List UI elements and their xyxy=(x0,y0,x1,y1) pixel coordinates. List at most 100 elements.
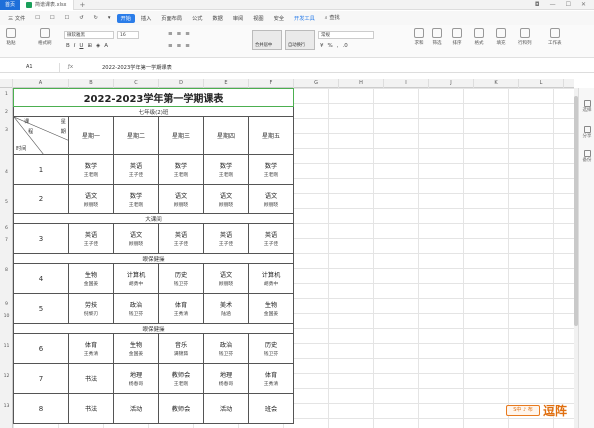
lesson-cell[interactable]: 数学 王老刚 xyxy=(159,155,204,185)
wrap-text-button[interactable]: 自动换行 xyxy=(285,30,315,50)
period-number[interactable]: 4 xyxy=(13,264,69,294)
lesson-cell[interactable]: 英语 王子佳 xyxy=(159,224,204,254)
lesson-cell[interactable]: 语文 顾丽晓 xyxy=(204,185,249,214)
lesson-cell[interactable]: 体育 王秀清 xyxy=(69,334,114,364)
fill-color-icon[interactable]: ◈ xyxy=(96,43,100,49)
close-icon[interactable]: ✕ xyxy=(581,1,586,8)
new-tab-button[interactable]: + xyxy=(74,1,92,9)
decimal-icon[interactable]: .0 xyxy=(342,43,347,49)
lesson-cell[interactable]: 语文 顾丽晓 xyxy=(249,185,294,214)
column-header[interactable]: F xyxy=(249,79,294,88)
diagonal-header-cell[interactable]: 课 星 程 期 时间 xyxy=(13,117,69,155)
currency-icon[interactable]: ¥ xyxy=(320,43,324,49)
font-name-select[interactable]: 微软雅黑 xyxy=(64,31,114,39)
worksheet-button[interactable]: 工作表 xyxy=(548,28,562,46)
column-header[interactable]: I xyxy=(384,79,429,88)
period-number[interactable]: 5 xyxy=(13,294,69,324)
lesson-cell[interactable]: 劳技 倪黎刃 xyxy=(69,294,114,324)
menu-file[interactable]: 三 文件 xyxy=(4,14,29,23)
row-header[interactable]: 11 xyxy=(0,344,13,349)
thousands-icon[interactable]: , xyxy=(337,43,339,49)
menu-review[interactable]: 审阅 xyxy=(229,14,247,23)
lesson-cell[interactable]: 语文 顾丽晓 xyxy=(69,185,114,214)
window-icon[interactable]: ◘ xyxy=(535,1,540,8)
break-row[interactable]: 大课间 xyxy=(13,214,294,224)
backup-tool[interactable]: 备份 xyxy=(579,150,594,163)
row-header[interactable]: 13 xyxy=(0,404,13,409)
lesson-cell[interactable]: 计算机 胡勇中 xyxy=(249,264,294,294)
row-header[interactable]: 6 xyxy=(0,226,13,231)
print-icon[interactable]: ☐ xyxy=(46,14,59,22)
maximize-icon[interactable]: ☐ xyxy=(566,1,571,8)
row-header[interactable]: 9 xyxy=(0,302,13,307)
lesson-cell[interactable]: 政治 钱卫芬 xyxy=(114,294,159,324)
formula-input[interactable]: 2022-2023学年第一学期课表 xyxy=(100,64,172,71)
lesson-cell[interactable]: 体育 王秀清 xyxy=(249,364,294,394)
lesson-cell[interactable]: 历史 钱卫芬 xyxy=(249,334,294,364)
format-button[interactable]: 格式 xyxy=(474,28,484,46)
lesson-cell[interactable]: 数学 王老刚 xyxy=(69,155,114,185)
day-header[interactable]: 星期一 xyxy=(69,117,114,155)
row-col-button[interactable]: 行和列 xyxy=(518,28,532,46)
percent-icon[interactable]: % xyxy=(328,43,333,49)
lesson-cell[interactable]: 历史 钱卫芬 xyxy=(159,264,204,294)
row-header[interactable]: 7 xyxy=(0,238,13,243)
lesson-cell[interactable]: 英语 王子佳 xyxy=(204,224,249,254)
day-header[interactable]: 星期五 xyxy=(249,117,294,155)
menu-start[interactable]: 开始 xyxy=(116,13,135,23)
share-tool[interactable]: 分享 xyxy=(579,126,594,139)
bold-button[interactable]: B xyxy=(66,43,70,49)
day-header[interactable]: 星期四 xyxy=(204,117,249,155)
format-painter-button[interactable]: 格式刷 xyxy=(38,28,52,46)
align-bottom-icon[interactable]: ≡ xyxy=(185,31,190,37)
italic-button[interactable]: I xyxy=(74,43,76,49)
align-top-icon[interactable]: ≡ xyxy=(168,31,173,37)
lesson-cell[interactable]: 教师会 xyxy=(159,394,204,424)
undo-icon[interactable]: ↺ xyxy=(75,14,87,22)
sort-button[interactable]: 排序 xyxy=(452,28,462,46)
menu-developer[interactable]: 开发工具 xyxy=(290,14,319,23)
lesson-cell[interactable]: 美术 陆涵 xyxy=(204,294,249,324)
column-header[interactable]: B xyxy=(69,79,114,88)
lesson-cell[interactable]: 计算机 胡勇中 xyxy=(114,264,159,294)
select-all-corner[interactable] xyxy=(0,79,13,88)
lesson-cell[interactable]: 地理 杨春哥 xyxy=(114,364,159,394)
lesson-cell[interactable]: 英语 王子佳 xyxy=(114,155,159,185)
row-header[interactable]: 10 xyxy=(0,314,13,319)
timetable-title[interactable]: 2022-2023学年第一学期课表 xyxy=(13,88,294,107)
sum-button[interactable]: 求和 xyxy=(414,28,424,46)
number-format-select[interactable]: 常规 xyxy=(318,31,374,39)
row-header[interactable]: 2 xyxy=(0,110,13,115)
fx-icon[interactable]: ƒx xyxy=(60,64,100,70)
column-header[interactable]: K xyxy=(474,79,519,88)
row-header[interactable]: 3 xyxy=(0,128,13,133)
period-number[interactable]: 6 xyxy=(13,334,69,364)
row-header[interactable]: 12 xyxy=(0,374,13,379)
lesson-cell[interactable]: 教师会 王老刚 xyxy=(159,364,204,394)
menu-insert[interactable]: 插入 xyxy=(137,14,155,23)
font-color-icon[interactable]: A xyxy=(104,43,108,49)
preview-icon[interactable]: ☐ xyxy=(61,14,74,22)
home-tab[interactable]: 首页 xyxy=(0,0,21,10)
lesson-cell[interactable]: 数学 王老刚 xyxy=(204,155,249,185)
column-header[interactable]: E xyxy=(204,79,249,88)
redo-icon[interactable]: ↻ xyxy=(90,14,102,22)
period-number[interactable]: 3 xyxy=(13,224,69,254)
align-middle-icon[interactable]: ≡ xyxy=(177,31,182,37)
period-number[interactable]: 2 xyxy=(13,185,69,214)
lesson-cell[interactable]: 活动 xyxy=(114,394,159,424)
column-header[interactable]: J xyxy=(429,79,474,88)
more-icon[interactable]: ▾ xyxy=(104,14,115,22)
menu-data[interactable]: 数据 xyxy=(208,14,226,23)
underline-button[interactable]: U xyxy=(79,43,83,49)
row-header[interactable]: 4 xyxy=(0,170,13,175)
select-tool[interactable]: 选择 xyxy=(579,100,594,113)
day-header[interactable]: 星期二 xyxy=(114,117,159,155)
merge-center-button[interactable]: 合并居中 xyxy=(252,30,282,50)
column-header[interactable]: H xyxy=(339,79,384,88)
lesson-cell[interactable]: 生物 金国姜 xyxy=(249,294,294,324)
lesson-cell[interactable]: 语文 顾丽晓 xyxy=(114,224,159,254)
lesson-cell[interactable]: 英语 王子佳 xyxy=(249,224,294,254)
align-center-icon[interactable]: ≡ xyxy=(177,43,182,49)
file-tab[interactable]: 简谱课表.xlsx xyxy=(20,0,74,10)
